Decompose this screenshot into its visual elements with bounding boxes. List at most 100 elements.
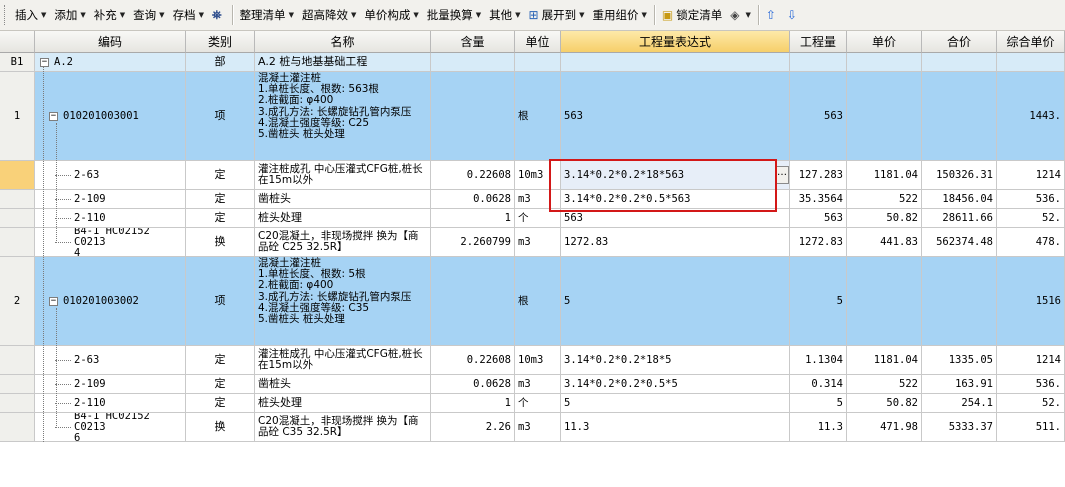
toolbar-button-2[interactable]: 添加 ▼ — [50, 4, 89, 26]
name-cell[interactable]: 混凝土灌注桩 1.单桩长度、根数: 563根 2.桩截面: φ400 3.成孔方… — [255, 72, 431, 161]
unit-cell[interactable]: m3 — [515, 190, 561, 209]
unit-cell[interactable]: 个 — [515, 394, 561, 413]
composite-price-cell[interactable]: 1516 — [997, 257, 1065, 346]
quantity-cell[interactable]: 35.3564 — [790, 190, 847, 209]
quantity-cell[interactable]: 127.283 — [790, 161, 847, 190]
quantity-cell[interactable]: 563 — [790, 72, 847, 161]
column-header-6[interactable]: 工程量表达式 — [561, 31, 790, 53]
row-header[interactable]: 1 — [0, 72, 35, 161]
composite-price-cell[interactable]: 478. — [997, 228, 1065, 257]
toolbar-button-7[interactable]: 超高降效 ▼ — [298, 4, 360, 26]
name-cell[interactable]: 灌注桩成孔 中心压灌式CFG桩,桩长在15m以外 — [255, 346, 431, 375]
toolbar-button-13[interactable]: ▣ 锁定清单 — [658, 4, 726, 26]
composite-price-cell[interactable]: 1214 — [997, 161, 1065, 190]
move-down-icon[interactable]: ⇩ — [787, 9, 797, 21]
price-cell[interactable] — [847, 53, 922, 72]
paint-bucket-icon[interactable]: ◈ — [730, 9, 739, 21]
expression-cell[interactable]: 3.14*0.2*0.2*18*563 — [561, 161, 790, 190]
total-cell[interactable] — [922, 72, 997, 161]
fill-color-button[interactable]: ◈ ▼ — [726, 4, 755, 26]
toolbar-button-8[interactable]: 单价构成 ▼ — [360, 4, 422, 26]
quantity-cell[interactable]: 1.1304 — [790, 346, 847, 375]
price-cell[interactable] — [847, 257, 922, 346]
name-cell[interactable]: C20混凝土，非现场搅拌 换为【商品砼 C35 32.5R】 — [255, 413, 431, 442]
name-cell[interactable]: 桩头处理 — [255, 209, 431, 228]
total-cell[interactable]: 28611.66 — [922, 209, 997, 228]
unit-cell[interactable]: 根 — [515, 72, 561, 161]
total-cell[interactable]: 5333.37 — [922, 413, 997, 442]
ratio-cell[interactable]: 0.0628 — [431, 190, 515, 209]
expression-cell[interactable]: 11.3 — [561, 413, 790, 442]
row-header[interactable] — [0, 161, 35, 190]
ratio-cell[interactable]: 0.0628 — [431, 375, 515, 394]
expression-cell[interactable]: 3.14*0.2*0.2*18*5 — [561, 346, 790, 375]
search-button[interactable]: ⛯ — [208, 4, 229, 26]
unit-cell[interactable]: 根 — [515, 257, 561, 346]
toolbar-button-4[interactable]: 查询 ▼ — [129, 4, 168, 26]
lock-icon[interactable]: ▣ — [662, 9, 673, 21]
column-header-9[interactable]: 合价 — [922, 31, 997, 53]
toolbar-button-1[interactable]: 插入 ▼ — [11, 4, 50, 26]
binoculars-icon[interactable]: ⛯ — [212, 9, 222, 21]
column-header-1[interactable]: 编码 — [35, 31, 186, 53]
code-cell[interactable]: −010201003002 — [35, 257, 186, 346]
move-down-button[interactable]: ⇩ — [783, 4, 804, 26]
expression-cell[interactable]: 1272.83 — [561, 228, 790, 257]
price-cell[interactable]: 522 — [847, 190, 922, 209]
ratio-cell[interactable] — [431, 53, 515, 72]
total-cell[interactable]: 18456.04 — [922, 190, 997, 209]
code-cell[interactable]: 2-63 — [35, 346, 186, 375]
total-cell[interactable]: 254.1 — [922, 394, 997, 413]
toolbar-button-5[interactable]: 存档 ▼ — [169, 4, 208, 26]
quantity-cell[interactable]: 5 — [790, 257, 847, 346]
ellipsis-button[interactable]: … — [775, 166, 789, 184]
ratio-cell[interactable] — [431, 257, 515, 346]
ratio-cell[interactable]: 2.260799 — [431, 228, 515, 257]
code-cell[interactable]: 2-110 — [35, 394, 186, 413]
total-cell[interactable] — [922, 257, 997, 346]
composite-price-cell[interactable]: 536. — [997, 190, 1065, 209]
ratio-cell[interactable]: 2.26 — [431, 413, 515, 442]
move-up-icon[interactable]: ⇧ — [766, 9, 776, 21]
column-header-10[interactable]: 综合单价 — [997, 31, 1065, 53]
name-cell[interactable]: C20混凝土，非现场搅拌 换为【商品砼 C25 32.5R】 — [255, 228, 431, 257]
code-cell[interactable]: 2-63 — [35, 161, 186, 190]
name-cell[interactable]: 桩头处理 — [255, 394, 431, 413]
composite-price-cell[interactable]: 511. — [997, 413, 1065, 442]
expression-cell[interactable]: 5 — [561, 394, 790, 413]
row-header[interactable] — [0, 375, 35, 394]
column-header-3[interactable]: 名称 — [255, 31, 431, 53]
toolbar-button-3[interactable]: 补充 ▼ — [90, 4, 129, 26]
row-header[interactable] — [0, 394, 35, 413]
row-header[interactable] — [0, 228, 35, 257]
price-cell[interactable]: 522 — [847, 375, 922, 394]
unit-cell[interactable] — [515, 53, 561, 72]
total-cell[interactable] — [922, 53, 997, 72]
composite-price-cell[interactable]: 536. — [997, 375, 1065, 394]
composite-price-cell[interactable] — [997, 53, 1065, 72]
column-header-5[interactable]: 单位 — [515, 31, 561, 53]
toolbar-button-10[interactable]: 其他 ▼ — [485, 4, 524, 26]
composite-price-cell[interactable]: 52. — [997, 209, 1065, 228]
row-header[interactable]: 2 — [0, 257, 35, 346]
expression-cell[interactable]: 563 — [561, 209, 790, 228]
row-header[interactable] — [0, 190, 35, 209]
move-up-button[interactable]: ⇧ — [762, 4, 783, 26]
unit-cell[interactable]: m3 — [515, 413, 561, 442]
price-cell[interactable]: 50.82 — [847, 394, 922, 413]
total-cell[interactable]: 562374.48 — [922, 228, 997, 257]
price-cell[interactable]: 1181.04 — [847, 161, 922, 190]
name-cell[interactable]: 灌注桩成孔 中心压灌式CFG桩,桩长在15m以外 — [255, 161, 431, 190]
expression-cell[interactable]: 3.14*0.2*0.2*0.5*5 — [561, 375, 790, 394]
collapse-icon[interactable]: − — [49, 296, 58, 306]
toolbar-button-12[interactable]: 重用组价 ▼ — [588, 4, 650, 26]
row-header[interactable] — [0, 413, 35, 442]
collapse-icon[interactable]: − — [40, 57, 49, 67]
price-cell[interactable] — [847, 72, 922, 161]
column-header-7[interactable]: 工程量 — [790, 31, 847, 53]
quantity-cell[interactable]: 1272.83 — [790, 228, 847, 257]
price-cell[interactable]: 50.82 — [847, 209, 922, 228]
name-cell[interactable]: 凿桩头 — [255, 375, 431, 394]
row-header[interactable] — [0, 209, 35, 228]
composite-price-cell[interactable]: 1443. — [997, 72, 1065, 161]
